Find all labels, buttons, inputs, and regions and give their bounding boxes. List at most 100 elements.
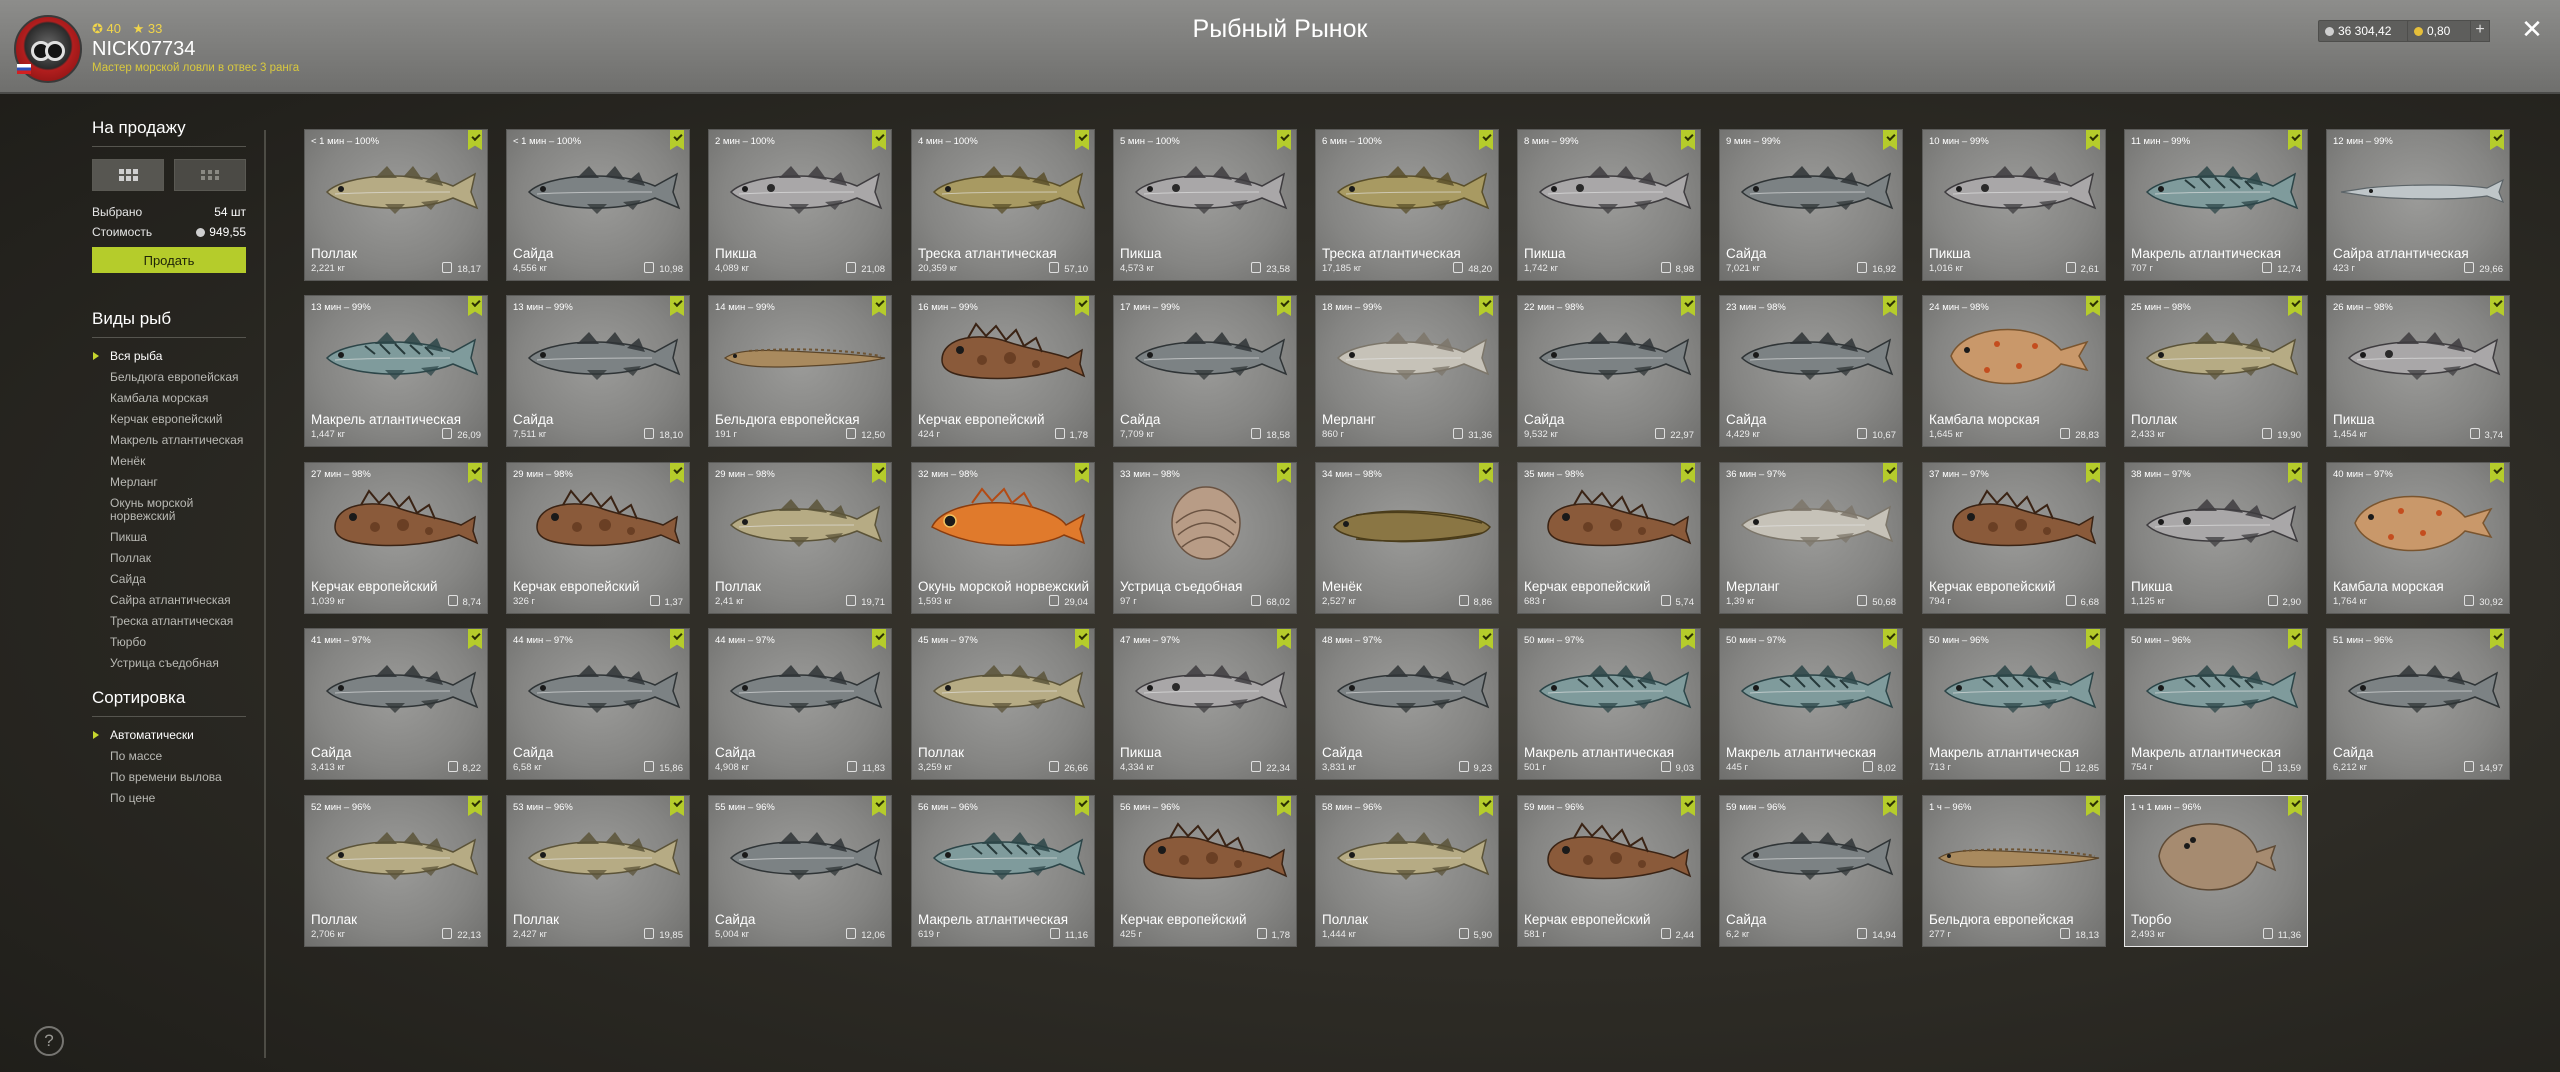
fish-name: Сайда xyxy=(311,745,352,760)
fish-card[interactable]: 1 ч – 96% Бельдюга европейская 277 г 18,… xyxy=(1922,795,2106,947)
small-grid-view-button[interactable] xyxy=(174,159,246,191)
fish-card[interactable]: 11 мин – 99% Макрель атлантическая 707 г… xyxy=(2124,129,2308,281)
fish-card[interactable]: 22 мин – 98% Сайда 9,532 кг 22,97 xyxy=(1517,295,1701,447)
fish-price-value: 22,34 xyxy=(1266,763,1290,774)
fish-type-filter-list: Вся рыба Бельдюга европейская Камбала морс… xyxy=(92,350,246,670)
fish-card[interactable]: 47 мин – 97% Пикша 4,334 кг 22,34 xyxy=(1113,628,1297,780)
fish-card[interactable]: 26 мин – 98% Пикша 1,454 кг 3,74 xyxy=(2326,295,2510,447)
fish-card[interactable]: 53 мин – 96% Поллак 2,427 кг 19,85 xyxy=(506,795,690,947)
fish-weight: 4,089 кг xyxy=(715,263,750,274)
fish-card[interactable]: 32 мин – 98% Окунь морской норвежский 1,… xyxy=(911,462,1095,614)
fish-card[interactable]: 44 мин – 97% Сайда 4,908 кг 11,83 xyxy=(708,628,892,780)
fish-illustration xyxy=(1538,332,1692,380)
fish-card[interactable]: 27 мин – 98% Керчак европейский 1,039 кг… xyxy=(304,462,488,614)
fish-weight: 3,413 кг xyxy=(311,762,346,773)
fish-card[interactable]: < 1 мин – 100% Поллак 2,221 кг 18,17 xyxy=(304,129,488,281)
fish-illustration xyxy=(1336,332,1490,380)
fish-card[interactable]: 35 мин – 98% Керчак европейский 683 г 5,… xyxy=(1517,462,1701,614)
fish-card[interactable]: 58 мин – 96% Поллак 1,444 кг 5,90 xyxy=(1315,795,1499,947)
silver-coin-icon xyxy=(2267,595,2278,606)
fish-card[interactable]: 48 мин – 97% Сайда 3,831 кг 9,23 xyxy=(1315,628,1499,780)
fish-card[interactable]: 8 мин – 99% Пикша 1,742 кг 8,98 xyxy=(1517,129,1701,281)
fish-type-filter-item[interactable]: Керчак европейский xyxy=(92,413,246,426)
fish-card[interactable]: 37 мин – 97% Керчак европейский 794 г 6,… xyxy=(1922,462,2106,614)
fish-card[interactable]: 6 мин – 100% Треска атлантическая 17,185… xyxy=(1315,129,1499,281)
fish-card[interactable]: 10 мин – 99% Пикша 1,016 кг 2,61 xyxy=(1922,129,2106,281)
fish-card[interactable]: 14 мин – 99% Бельдюга европейская 191 г … xyxy=(708,295,892,447)
fish-card[interactable]: 25 мин – 98% Поллак 2,433 кг 19,90 xyxy=(2124,295,2308,447)
fish-type-filter-item[interactable]: Менёк xyxy=(92,455,246,468)
sort-option-item[interactable]: Автоматически xyxy=(92,729,246,742)
fish-type-filter-item[interactable]: Окунь морской норвежский xyxy=(92,497,246,523)
fish-type-filter-item[interactable]: Макрель атлантическая xyxy=(92,434,246,447)
fish-card[interactable]: 18 мин – 99% Мерланг 860 г 31,36 xyxy=(1315,295,1499,447)
catch-time-freshness: 44 мин – 97% xyxy=(513,635,573,646)
fish-price-value: 19,85 xyxy=(659,930,683,941)
fish-card[interactable]: 50 мин – 96% Макрель атлантическая 754 г… xyxy=(2124,628,2308,780)
fish-type-filter-item[interactable]: Тюрбо xyxy=(92,636,246,649)
fish-card[interactable]: 50 мин – 97% Макрель атлантическая 501 г… xyxy=(1517,628,1701,780)
fish-name: Пикша xyxy=(1120,745,1162,760)
help-icon[interactable]: ? xyxy=(34,1026,64,1056)
fish-card[interactable]: 45 мин – 97% Поллак 3,259 кг 26,66 xyxy=(911,628,1095,780)
fish-card[interactable]: 40 мин – 97% Камбала морская 1,764 кг 30… xyxy=(2326,462,2510,614)
fish-card[interactable]: 52 мин – 96% Поллак 2,706 кг 22,13 xyxy=(304,795,488,947)
fish-card[interactable]: 59 мин – 96% Керчак европейский 581 г 2,… xyxy=(1517,795,1701,947)
sort-option-item[interactable]: По массе xyxy=(92,750,246,763)
fish-name: Бельдюга европейская xyxy=(1929,912,2074,927)
fish-weight: 1,593 кг xyxy=(918,596,953,607)
fish-type-filter-item[interactable]: Бельдюга европейская xyxy=(92,371,246,384)
fish-card[interactable]: 29 мин – 98% Керчак европейский 326 г 1,… xyxy=(506,462,690,614)
fish-card[interactable]: 12 мин – 99% Сайра атлантическая 423 г 2… xyxy=(2326,129,2510,281)
fish-card[interactable]: 17 мин – 99% Сайда 7,709 кг 18,58 xyxy=(1113,295,1297,447)
fish-card[interactable]: 56 мин – 96% Керчак европейский 425 г 1,… xyxy=(1113,795,1297,947)
fish-card[interactable]: 44 мин – 97% Сайда 6,58 кг 15,86 xyxy=(506,628,690,780)
fish-type-filter-item[interactable]: Поллак xyxy=(92,552,246,565)
fish-illustration xyxy=(325,332,479,380)
fish-card[interactable]: 56 мин – 96% Макрель атлантическая 619 г… xyxy=(911,795,1095,947)
fish-price: 8,22 xyxy=(447,761,481,774)
fish-illustration xyxy=(1547,822,1692,880)
fish-card[interactable]: 41 мин – 97% Сайда 3,413 кг 8,22 xyxy=(304,628,488,780)
fish-card[interactable]: 5 мин – 100% Пикша 4,573 кг 23,58 xyxy=(1113,129,1297,281)
fish-card[interactable]: 34 мин – 98% Менёк 2,527 кг 8,86 xyxy=(1315,462,1499,614)
fish-card[interactable]: 9 мин – 99% Сайда 7,021 кг 16,92 xyxy=(1719,129,1903,281)
sort-option-item[interactable]: По времени вылова xyxy=(92,771,246,784)
add-currency-button[interactable]: + xyxy=(2470,20,2490,42)
fish-card[interactable]: 59 мин – 96% Сайда 6,2 кг 14,94 xyxy=(1719,795,1903,947)
catch-time-freshness: 50 мин – 96% xyxy=(2131,635,2191,646)
fish-type-filter-item[interactable]: Устрица съедобная xyxy=(92,657,246,670)
fish-card[interactable]: 4 мин – 100% Треска атлантическая 20,359… xyxy=(911,129,1095,281)
fish-type-filter-item[interactable]: Камбала морская xyxy=(92,392,246,405)
fish-card[interactable]: 38 мин – 97% Пикша 1,125 кг 2,90 xyxy=(2124,462,2308,614)
close-icon[interactable]: ✕ xyxy=(2520,16,2544,42)
fish-type-filter-item[interactable]: Вся рыба xyxy=(92,350,246,363)
fish-card[interactable]: 16 мин – 99% Керчак европейский 424 г 1,… xyxy=(911,295,1095,447)
fish-card[interactable]: 36 мин – 97% Мерланг 1,39 кг 50,68 xyxy=(1719,462,1903,614)
fish-card[interactable]: < 1 мин – 100% Сайда 4,556 кг 10,98 xyxy=(506,129,690,281)
fish-type-filter-item[interactable]: Треска атлантическая xyxy=(92,615,246,628)
fish-price-value: 68,02 xyxy=(1266,597,1290,608)
fish-type-filter-item[interactable]: Пикша xyxy=(92,531,246,544)
fish-card[interactable]: 50 мин – 96% Макрель атлантическая 713 г… xyxy=(1922,628,2106,780)
large-grid-view-button[interactable] xyxy=(92,159,164,191)
fish-card[interactable]: 50 мин – 97% Макрель атлантическая 445 г… xyxy=(1719,628,1903,780)
fish-card[interactable]: 1 ч 1 мин – 96% Тюрбо 2,493 кг 11,36 xyxy=(2124,795,2308,947)
fish-price: 18,13 xyxy=(2060,928,2099,941)
fish-card[interactable]: 13 мин – 99% Макрель атлантическая 1,447… xyxy=(304,295,488,447)
sort-option-item[interactable]: По цене xyxy=(92,792,246,805)
fish-card[interactable]: 33 мин – 98% Устрица съедобная 97 г 68,0… xyxy=(1113,462,1297,614)
fish-card[interactable]: 24 мин – 98% Камбала морская 1,645 кг 28… xyxy=(1922,295,2106,447)
fish-card[interactable]: 55 мин – 96% Сайда 5,004 кг 12,06 xyxy=(708,795,892,947)
fish-price-value: 28,83 xyxy=(2075,430,2099,441)
fish-card[interactable]: 2 мин – 100% Пикша 4,089 кг 21,08 xyxy=(708,129,892,281)
fish-card[interactable]: 51 мин – 96% Сайда 6,212 кг 14,97 xyxy=(2326,628,2510,780)
fish-type-filter-item[interactable]: Сайра атлантическая xyxy=(92,594,246,607)
fish-card[interactable]: 13 мин – 99% Сайда 7,511 кг 18,10 xyxy=(506,295,690,447)
sort-options-list: Автоматически По массе По времени вылова По… xyxy=(92,729,246,805)
fish-card[interactable]: 29 мин – 98% Поллак 2,41 кг 19,71 xyxy=(708,462,892,614)
fish-type-filter-item[interactable]: Сайда xyxy=(92,573,246,586)
fish-type-filter-item[interactable]: Мерланг xyxy=(92,476,246,489)
sell-button[interactable]: Продать xyxy=(92,247,246,273)
fish-card[interactable]: 23 мин – 98% Сайда 4,429 кг 10,67 xyxy=(1719,295,1903,447)
